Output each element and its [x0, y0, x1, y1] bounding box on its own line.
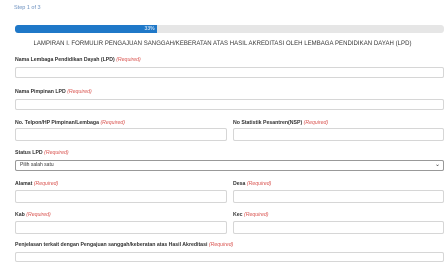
alamat-label: Alamat (Required)	[15, 181, 58, 187]
nsp-label-text: No Statistik Pesantren(NSP)	[233, 120, 303, 126]
penjelasan-textarea[interactable]	[15, 252, 444, 262]
telpon-input[interactable]	[15, 128, 227, 141]
telpon-label: No. Telpon/HP Pimpinan/Lembaga (Required…	[15, 120, 125, 126]
penjelasan-label-text: Penjelasan terkait dengan Pengajuan sang…	[15, 242, 208, 248]
required-marker: (Required)	[208, 242, 234, 248]
status-selected-value: Pilih salah satu	[20, 162, 54, 168]
status-label: Status LPD (Required)	[15, 150, 69, 156]
required-marker: (Required)	[303, 120, 329, 126]
nama-lembaga-label: Nama Lembaga Pendidikan Dayah (LPD) (Req…	[15, 57, 141, 63]
nama-pimpinan-label: Nama Pimpinan LPD (Required)	[15, 89, 92, 95]
desa-label: Desa (Required)	[233, 181, 271, 187]
kec-label: Kec (Required)	[233, 212, 269, 218]
kab-label-text: Kab	[15, 212, 25, 218]
required-marker: (Required)	[116, 57, 141, 63]
nama-pimpinan-input[interactable]	[15, 99, 444, 110]
alamat-input[interactable]	[15, 190, 227, 203]
status-label-text: Status LPD	[15, 150, 43, 156]
nama-pimpinan-label-text: Nama Pimpinan LPD	[15, 89, 66, 95]
form-page: Step 1 of 3 33% LAMPIRAN I. FORMULIR PEN…	[0, 0, 445, 262]
required-marker: (Required)	[26, 212, 51, 218]
kec-input[interactable]	[233, 221, 444, 234]
nsp-label: No Statistik Pesantren(NSP) (Required)	[233, 120, 328, 126]
kab-input[interactable]	[15, 221, 227, 234]
required-marker: (Required)	[246, 181, 272, 187]
progress-label: 33%	[144, 26, 155, 32]
penjelasan-label: Penjelasan terkait dengan Pengajuan sang…	[15, 242, 233, 248]
nsp-input[interactable]	[233, 128, 444, 141]
step-indicator: Step 1 of 3	[14, 5, 41, 11]
desa-label-text: Desa	[233, 181, 246, 187]
chevron-down-icon: ⌄	[434, 162, 440, 168]
kab-label: Kab (Required)	[15, 212, 51, 218]
required-marker: (Required)	[33, 181, 59, 187]
progress-bar: 33%	[15, 25, 444, 33]
form-heading: LAMPIRAN I. FORMULIR PENGAJUAN SANGGAH/K…	[33, 41, 412, 47]
telpon-label-text: No. Telpon/HP Pimpinan/Lembaga	[15, 120, 99, 126]
nama-lembaga-input[interactable]	[15, 67, 444, 78]
required-marker: (Required)	[243, 212, 269, 218]
desa-input[interactable]	[233, 190, 444, 203]
nama-lembaga-label-text: Nama Lembaga Pendidikan Dayah (LPD)	[15, 57, 115, 63]
required-marker: (Required)	[67, 89, 92, 95]
kec-label-text: Kec	[233, 212, 243, 218]
required-marker: (Required)	[100, 120, 125, 126]
alamat-label-text: Alamat	[15, 181, 33, 187]
required-marker: (Required)	[44, 150, 69, 156]
status-select[interactable]: Pilih salah satu ⌄	[15, 160, 444, 171]
